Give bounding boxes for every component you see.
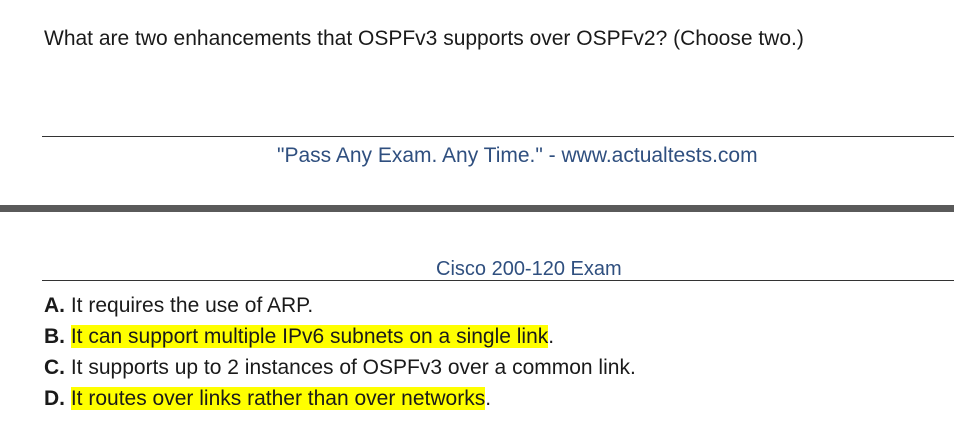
option-letter: C. xyxy=(44,356,65,379)
option-text: It supports up to 2 instances of OSPFv3 … xyxy=(70,356,636,379)
page-header-text: Cisco 200-120 Exam xyxy=(436,258,622,280)
option-b: B. It can support multiple IPv6 subnets … xyxy=(44,321,636,352)
header-divider xyxy=(42,280,954,281)
option-text: It requires the use of ARP. xyxy=(70,294,314,317)
answer-options: A. It requires the use of ARP. B. It can… xyxy=(44,290,636,414)
option-letter: B. xyxy=(44,325,65,348)
question-text: What are two enhancements that OSPFv3 su… xyxy=(44,27,804,50)
page-break-bar xyxy=(0,205,954,212)
footer-divider xyxy=(42,136,954,137)
option-trailing: . xyxy=(485,387,492,410)
option-d: D. It routes over links rather than over… xyxy=(44,383,636,414)
option-text-highlighted: It routes over links rather than over ne… xyxy=(70,387,486,410)
option-letter: A. xyxy=(44,294,65,317)
option-text-highlighted: It can support multiple IPv6 subnets on … xyxy=(70,325,549,348)
option-trailing: . xyxy=(548,325,555,348)
option-letter: D. xyxy=(44,387,65,410)
page-footer-text: "Pass Any Exam. Any Time." - www.actualt… xyxy=(277,144,758,167)
option-c: C. It supports up to 2 instances of OSPF… xyxy=(44,352,636,383)
option-a: A. It requires the use of ARP. xyxy=(44,290,636,321)
